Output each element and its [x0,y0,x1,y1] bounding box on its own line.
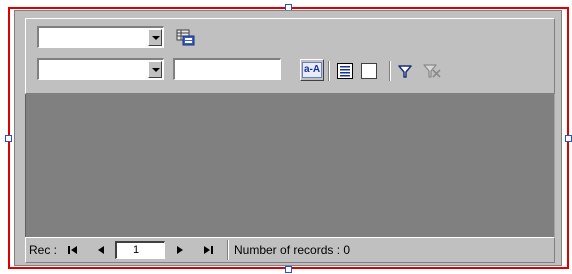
navigation-bar: Rec : 1 Number of records : 0 [25,237,555,263]
operator-combo[interactable] [37,58,164,80]
last-record-button[interactable] [201,242,215,258]
grid-control: a-A Rec : 1 Number of records: 0 [14,10,562,266]
last-record-icon [204,246,213,254]
case-sensitive-label: a-A [302,62,322,78]
first-record-icon [68,246,77,254]
case-sensitive-button[interactable]: a-A [300,59,324,81]
status-separator [227,240,229,260]
toolbar-separator [328,61,330,81]
clear-filter-icon[interactable] [422,62,442,80]
filter-icon[interactable] [397,63,413,79]
resize-handle-left[interactable] [5,135,12,142]
data-grid-area[interactable] [25,94,555,237]
next-record-button[interactable] [173,242,187,258]
record-number-input[interactable]: 1 [115,241,165,259]
record-label: Rec : [29,243,58,257]
previous-record-icon [98,246,104,254]
resize-handle-right[interactable] [565,135,572,142]
toolbar-separator [389,61,391,81]
next-record-icon [177,246,183,254]
resize-handle-bottom[interactable] [285,266,292,273]
field-combo-dropdown-button[interactable] [148,29,162,46]
operator-combo-dropdown-button[interactable] [148,61,162,78]
field-combo[interactable] [37,26,164,48]
toolbar: a-A [25,18,555,94]
record-count-label: Number of records : 0 [234,243,351,257]
list-icon[interactable] [337,63,353,79]
previous-record-button[interactable] [94,242,108,258]
grid-settings-icon[interactable] [176,29,196,47]
search-input[interactable] [173,58,281,80]
toggle-checkbox[interactable] [361,63,377,79]
first-record-button[interactable] [66,242,80,258]
